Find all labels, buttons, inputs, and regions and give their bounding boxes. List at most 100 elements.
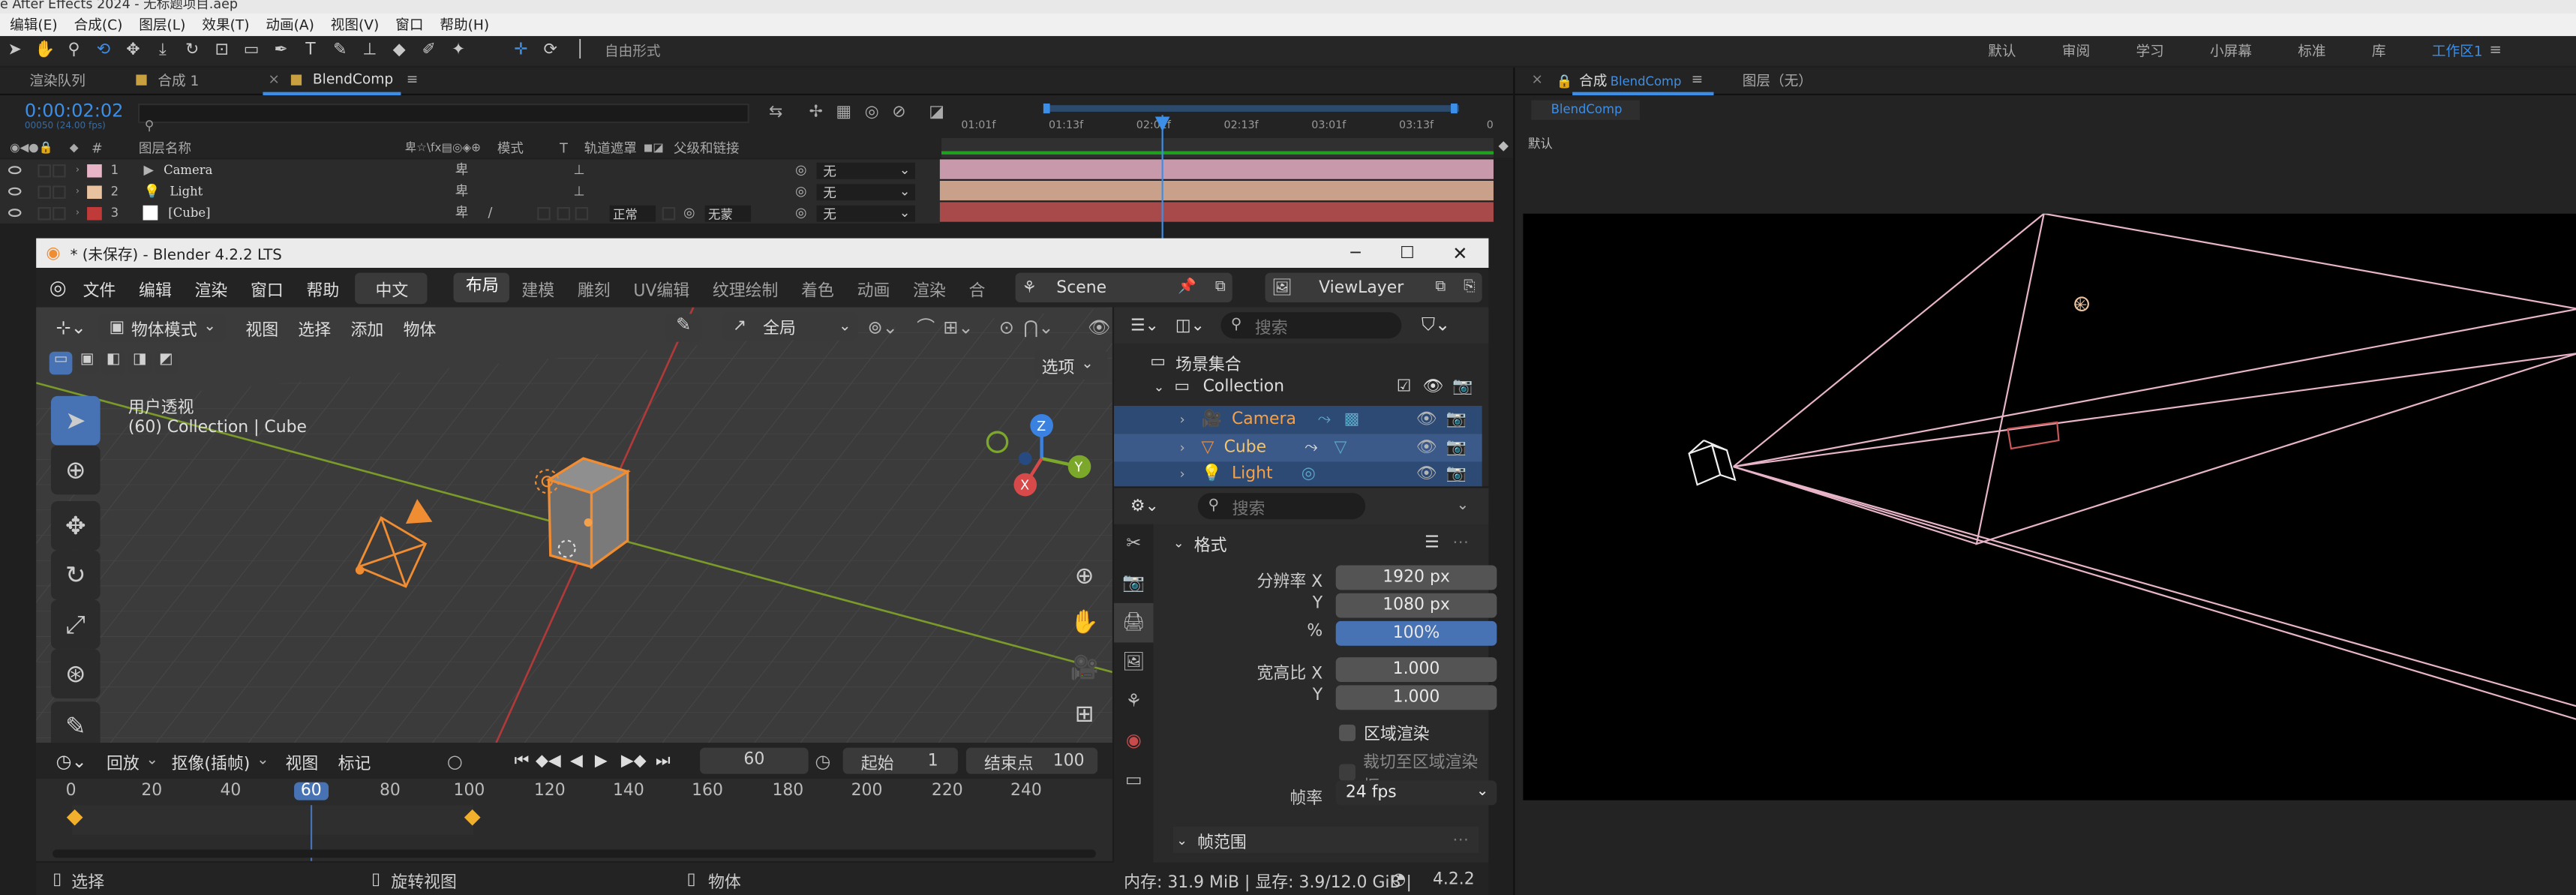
text-tool-icon[interactable]: T (301, 41, 320, 61)
tool-tab-icon[interactable]: ✂ (1114, 524, 1154, 564)
parent-select[interactable]: 无 ⌄ (816, 204, 915, 221)
comp-breadcrumb[interactable]: BlendComp (1531, 100, 1640, 120)
lock-toggle[interactable] (53, 185, 66, 198)
label-swatch[interactable] (87, 163, 103, 177)
brush-tool-icon[interactable]: ✎ (330, 41, 350, 61)
preview-range-icon[interactable]: ◷ (815, 750, 830, 771)
camera-render-icon[interactable]: 📷 (1446, 439, 1466, 457)
tab-layer-none[interactable]: 图层（无） (1743, 71, 1812, 91)
editor-type-icon[interactable]: ⚙⌄ (1130, 497, 1159, 515)
stamp-tool-icon[interactable]: ⊥ (360, 41, 380, 61)
expand-arrow-icon[interactable]: › (1180, 467, 1185, 482)
tab-rendering[interactable]: 渲染 (902, 275, 957, 300)
navigation-gizmo[interactable]: Z Y X (981, 406, 1112, 537)
editor-type-icon[interactable]: ☰⌄ (1130, 317, 1159, 335)
select-tool-icon[interactable]: ➤ (50, 395, 101, 446)
play-icon[interactable]: ▶ (595, 752, 608, 770)
aspect-y-field[interactable]: 1.000 (1335, 685, 1497, 710)
collection-tab-icon[interactable]: ▭ (1114, 761, 1154, 800)
frame-range-panel-header[interactable]: ⌄ 帧范围 ⋯ (1172, 826, 1479, 853)
switch-box[interactable] (537, 206, 551, 220)
pickwhip-icon[interactable]: ◎ (795, 206, 806, 221)
language-button[interactable]: 中文 (356, 272, 428, 304)
shy-icon[interactable]: 卑 (455, 161, 469, 179)
layer-name[interactable]: Light (170, 184, 203, 199)
workspace-standard[interactable]: 标准 (2298, 41, 2325, 61)
camera-mode-icon[interactable]: ⟳ (541, 41, 560, 61)
tab-shading[interactable]: 着色 (790, 275, 845, 300)
outliner-item-camera[interactable]: › 🎥 Camera ⤳ ▩ 👁 📷 (1114, 406, 1482, 434)
drag-handle-icon[interactable]: ⋯ (1452, 830, 1469, 848)
layer-name[interactable]: Camera (164, 163, 212, 178)
visibility-icon[interactable] (8, 166, 22, 175)
workspace-review[interactable]: 审阅 (2062, 41, 2090, 61)
menu-keying[interactable]: 抠像(插帧) (172, 749, 251, 773)
draft3d-icon[interactable]: ✢ (809, 104, 822, 122)
menu-render[interactable]: 渲染 (195, 275, 228, 300)
visibility-icon[interactable] (8, 209, 22, 218)
tab-menu-icon[interactable]: ≡ (407, 72, 419, 89)
format-panel-header[interactable]: ⌄ 格式 ☰ ⋯ (1173, 529, 1479, 555)
motion-blur-icon[interactable]: ◎ (865, 104, 879, 122)
zoom-tool-icon[interactable]: ⚲ (64, 41, 83, 61)
label-swatch[interactable] (87, 206, 103, 220)
rotate-tool-icon[interactable]: ↻ (50, 550, 101, 600)
eraser-tool-icon[interactable]: ◆ (389, 41, 409, 61)
menu-object[interactable]: 物体 (404, 314, 437, 339)
eye-icon[interactable]: 👁 (1423, 378, 1444, 396)
collection-row[interactable]: ⌄ ▭ Collection ☑ 👁 📷 (1154, 378, 1482, 396)
dolly-tool-icon[interactable]: ⤓ (153, 41, 173, 61)
scale-tool-icon[interactable]: ⤢ (50, 599, 101, 650)
col-mode[interactable]: 模式 (497, 139, 524, 157)
shy-icon[interactable]: 卑 (455, 204, 469, 222)
switch-box[interactable] (575, 206, 589, 220)
current-frame-field[interactable]: 60 (700, 747, 809, 774)
zoom-icon[interactable]: ⊕ (1068, 554, 1101, 599)
outliner-search-input[interactable]: ⚲ 搜索 (1220, 312, 1402, 339)
tab-composition[interactable]: 合成 (1579, 71, 1607, 91)
close-icon[interactable]: ✕ (1452, 242, 1467, 263)
chevron-down-icon[interactable]: ⌄ (1154, 380, 1165, 395)
pan-tool-icon[interactable]: ✥ (123, 41, 143, 61)
shy-icon[interactable]: 卑 (455, 182, 469, 200)
eye-icon[interactable]: 👁 (1416, 411, 1437, 429)
copy-icon[interactable]: ⧉ (1215, 279, 1226, 296)
current-time-indicator[interactable] (1161, 115, 1163, 239)
remove-icon[interactable]: ⎘ (1464, 279, 1476, 296)
tab-texture-paint[interactable]: 纹理绘制 (701, 275, 790, 300)
blender-menu-icon[interactable]: ◎ (50, 276, 67, 299)
properties-search-input[interactable]: ⚲ 搜索 (1198, 493, 1366, 520)
end-frame-field[interactable]: 结束点 100 (965, 747, 1098, 774)
cursor-tool-icon[interactable]: ⊕ (50, 445, 101, 495)
menu-composition[interactable]: 合成(C) (74, 15, 123, 35)
close-tab-icon[interactable]: × (268, 72, 280, 89)
comp-flow-icon[interactable]: ⇆ (769, 104, 782, 122)
minimize-icon[interactable]: ─ (1350, 244, 1360, 262)
maximize-icon[interactable]: ☐ (1400, 244, 1415, 262)
tab-layout[interactable]: 布局 (454, 272, 511, 303)
res-y-field[interactable]: 1080 px (1335, 593, 1497, 618)
lock-toggle[interactable] (53, 163, 66, 177)
camera-render-icon[interactable]: 📷 (1446, 411, 1466, 429)
expand-arrow-icon[interactable]: › (1180, 440, 1185, 455)
frame-blend-icon[interactable]: ▦ (836, 104, 851, 122)
layer-track-bar[interactable] (939, 202, 1494, 222)
select-extend-icon[interactable]: ▣ (75, 351, 99, 375)
transform-tool-icon[interactable]: ⊛ (50, 649, 101, 698)
switch-box[interactable] (557, 206, 571, 220)
select-intersect-icon[interactable]: ◩ (154, 351, 178, 375)
table-row[interactable]: › 3 [Cube] 卑 / 正常 ◎ 无蒙 ◎ 无 ⌄ (0, 202, 940, 224)
rect-tool-icon[interactable]: ▭ (242, 41, 261, 61)
comp-viewer-canvas[interactable]: ✳ (1523, 212, 2576, 800)
outliner-item-cube[interactable]: › ▽ Cube ⤳ ▽ 👁 📷 (1114, 434, 1482, 462)
puppet-tool-icon[interactable]: ✦ (449, 41, 468, 61)
editor-type-icon[interactable]: ⊹⌄ (56, 317, 86, 338)
checkbox-icon[interactable] (1339, 764, 1356, 781)
tab-sculpting[interactable]: 雕刻 (566, 275, 622, 300)
lock-icon[interactable]: 🔒 (1556, 73, 1572, 88)
menu-edit[interactable]: 编辑(E) (10, 15, 58, 35)
menu-window[interactable]: 窗口 (395, 15, 423, 35)
tab-animation[interactable]: 动画 (845, 275, 901, 300)
snap-target-icon[interactable]: ⊞⌄ (943, 317, 973, 338)
table-row[interactable]: › 2 💡 Light 卑 ⊥ ◎ 无 ⌄ (0, 180, 940, 203)
